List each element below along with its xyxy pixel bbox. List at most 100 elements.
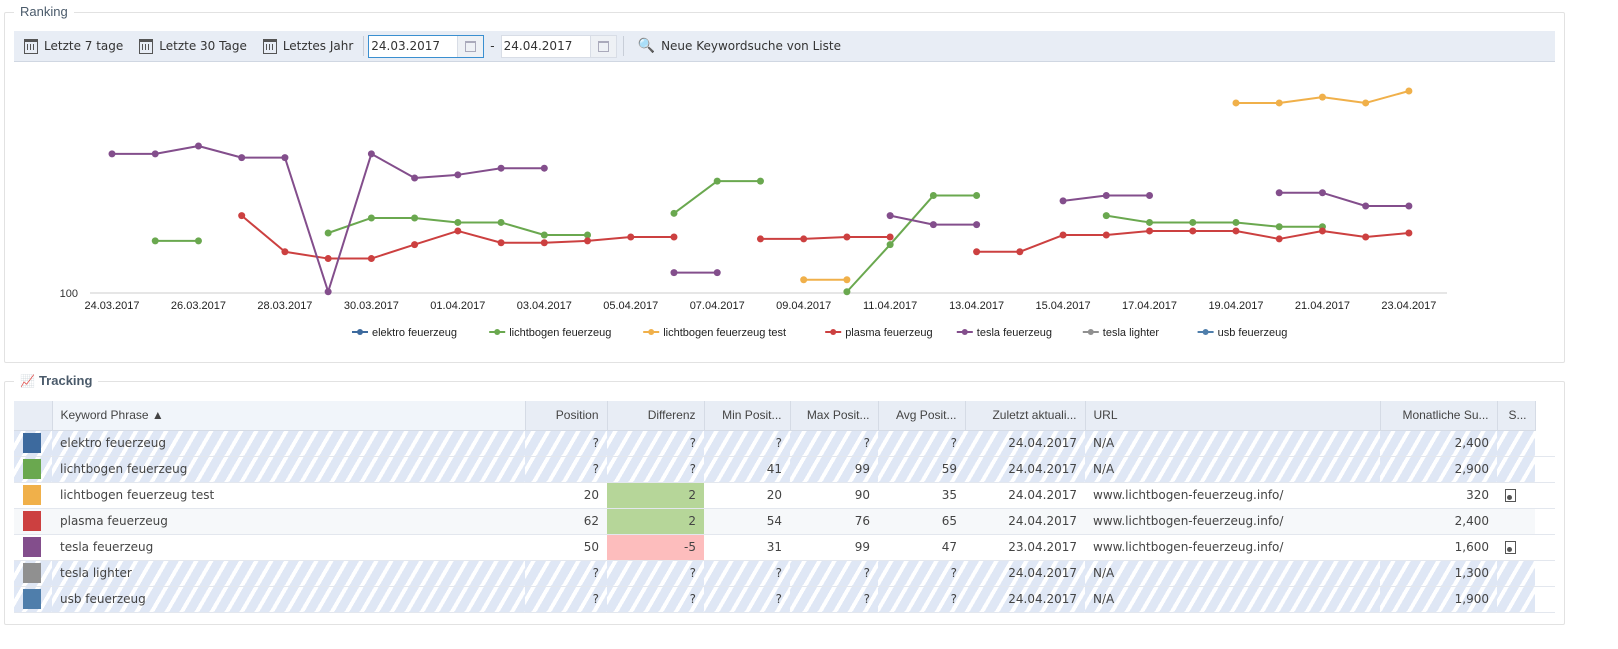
date-picker-button[interactable] (457, 35, 484, 57)
data-point[interactable] (843, 233, 851, 241)
data-point[interactable] (1189, 218, 1197, 226)
data-point[interactable] (411, 214, 419, 222)
legend-item[interactable]: usb feuerzeug (1197, 327, 1288, 339)
data-point[interactable] (540, 164, 548, 172)
data-point[interactable] (540, 231, 548, 239)
data-point[interactable] (843, 288, 851, 296)
from-date-field[interactable] (368, 34, 485, 58)
legend-item[interactable]: lichtbogen feuerzeug (489, 327, 611, 339)
column-header[interactable]: Differenz (607, 401, 705, 431)
data-point[interactable] (1405, 229, 1413, 237)
data-point[interactable] (800, 235, 808, 243)
legend-item[interactable]: tesla feuerzeug (956, 327, 1052, 339)
to-date-input[interactable] (501, 35, 590, 57)
screenshot-icon[interactable] (1505, 540, 1516, 554)
data-point[interactable] (238, 212, 246, 220)
last-year-button[interactable]: Letztes Jahr (262, 38, 353, 54)
last-7-days-button[interactable]: Letzte 7 tage (24, 38, 123, 54)
data-point[interactable] (454, 171, 462, 179)
column-header[interactable]: Position (525, 401, 608, 431)
data-point[interactable] (108, 150, 116, 158)
column-header[interactable]: Keyword Phrase ▲ (52, 401, 526, 431)
legend-item[interactable]: tesla lighter (1082, 327, 1160, 339)
data-point[interactable] (151, 150, 159, 158)
date-picker-button[interactable] (589, 35, 616, 57)
data-point[interactable] (1405, 87, 1413, 95)
data-point[interactable] (1146, 192, 1154, 200)
data-point[interactable] (1146, 227, 1154, 235)
screenshot-cell[interactable] (1497, 482, 1535, 509)
data-point[interactable] (1318, 227, 1326, 235)
data-point[interactable] (1232, 218, 1240, 226)
column-header[interactable]: URL (1085, 401, 1381, 431)
data-point[interactable] (1059, 231, 1067, 239)
data-point[interactable] (540, 239, 548, 247)
data-point[interactable] (1362, 233, 1370, 241)
data-point[interactable] (886, 212, 894, 220)
data-point[interactable] (151, 237, 159, 245)
data-point[interactable] (1102, 192, 1110, 200)
column-header[interactable]: Monatliche Su... (1380, 401, 1498, 431)
table-row[interactable]: plasma feuerzeug 62 2 54 76 65 24.04.2017 www.l… (14, 508, 1555, 535)
table-row[interactable]: lichtbogen feuerzeug?? 41 99 59 24.04.2017 N/… (14, 456, 1555, 483)
data-point[interactable] (973, 248, 981, 256)
data-point[interactable] (324, 288, 332, 296)
data-point[interactable] (367, 150, 375, 158)
data-point[interactable] (497, 164, 505, 172)
data-point[interactable] (1102, 212, 1110, 220)
data-point[interactable] (281, 248, 289, 256)
data-point[interactable] (411, 174, 419, 182)
data-point[interactable] (843, 276, 851, 284)
table-row[interactable]: lichtbogen feuerzeug test 20 2 20 90 35 24.04.… (14, 482, 1555, 509)
legend-item[interactable]: plasma feuerzeug (825, 327, 933, 339)
data-point[interactable] (713, 269, 721, 277)
data-point[interactable] (670, 209, 678, 217)
new-keyword-search-button[interactable]: 🔍 Neue Keywordsuche von Liste (638, 38, 841, 54)
data-point[interactable] (281, 154, 289, 162)
data-point[interactable] (1275, 189, 1283, 197)
column-header[interactable]: Max Posit... (790, 401, 879, 431)
table-row[interactable]: usb feuerzeug????? 24.04.2017 N/A 1,900 (14, 586, 1555, 613)
column-header[interactable]: Avg Posit... (878, 401, 966, 431)
column-header[interactable]: Zuletzt aktuali... (965, 401, 1086, 431)
data-point[interactable] (1275, 223, 1283, 231)
data-point[interactable] (1318, 93, 1326, 101)
data-point[interactable] (497, 239, 505, 247)
table-row[interactable]: elektro feuerzeug????? 24.04.2017 N/A 2,400 (14, 430, 1555, 457)
data-point[interactable] (194, 237, 202, 245)
from-date-input[interactable] (369, 35, 458, 57)
column-header[interactable]: Min Posit... (704, 401, 791, 431)
data-point[interactable] (411, 241, 419, 249)
table-row[interactable]: tesla lighter????? 24.04.2017 N/A 1,300 (14, 560, 1555, 587)
data-point[interactable] (1318, 189, 1326, 197)
to-date-field[interactable] (500, 34, 617, 58)
data-point[interactable] (324, 229, 332, 237)
data-point[interactable] (367, 214, 375, 222)
data-point[interactable] (1146, 218, 1154, 226)
data-point[interactable] (1405, 202, 1413, 210)
data-point[interactable] (1362, 99, 1370, 107)
screenshot-cell[interactable] (1497, 534, 1535, 561)
data-point[interactable] (1102, 231, 1110, 239)
data-point[interactable] (1362, 202, 1370, 210)
data-point[interactable] (627, 233, 635, 241)
data-point[interactable] (454, 218, 462, 226)
data-point[interactable] (886, 241, 894, 249)
column-header[interactable]: S... (1497, 401, 1536, 431)
data-point[interactable] (886, 233, 894, 241)
table-row[interactable]: tesla feuerzeug 50 -5 31 99 47 23.04.2017 www.l… (14, 534, 1555, 561)
legend-item[interactable]: lichtbogen feuerzeug test (643, 327, 786, 339)
data-point[interactable] (1016, 248, 1024, 256)
data-point[interactable] (1232, 227, 1240, 235)
data-point[interactable] (367, 255, 375, 263)
data-point[interactable] (584, 237, 592, 245)
data-point[interactable] (670, 233, 678, 241)
data-point[interactable] (497, 218, 505, 226)
data-point[interactable] (756, 235, 764, 243)
data-point[interactable] (1189, 227, 1197, 235)
screenshot-icon[interactable] (1505, 488, 1516, 502)
data-point[interactable] (973, 192, 981, 200)
data-point[interactable] (1059, 197, 1067, 205)
data-point[interactable] (238, 154, 246, 162)
data-point[interactable] (670, 269, 678, 277)
